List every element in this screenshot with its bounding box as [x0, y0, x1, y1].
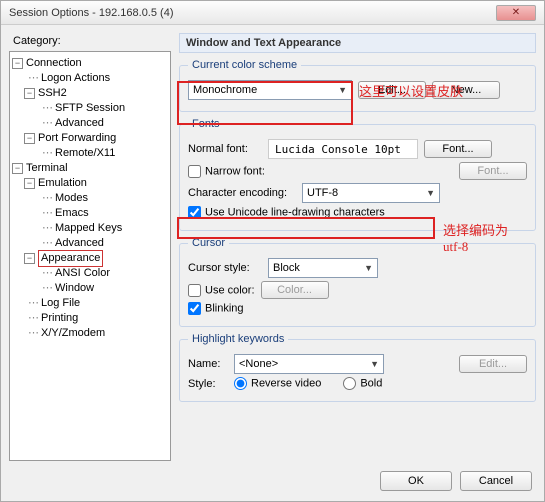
tree-item-advanced[interactable]: ⋯Advanced [12, 116, 168, 131]
window-title: Session Options - 192.168.0.5 (4) [9, 7, 173, 19]
tree-item-emulation[interactable]: −Emulation [12, 176, 168, 191]
highlight-style-label: Style: [188, 378, 228, 390]
tree-item-ssh2[interactable]: −SSH2 [12, 86, 168, 101]
tree-item-port-forwarding[interactable]: −Port Forwarding [12, 131, 168, 146]
tree-item-modes[interactable]: ⋯Modes [12, 191, 168, 206]
tree-item-xyzmodem[interactable]: ⋯X/Y/Zmodem [12, 326, 168, 341]
collapse-icon[interactable]: − [12, 163, 23, 174]
chevron-down-icon: ▼ [370, 359, 379, 369]
cursor-style-select[interactable]: Block▼ [268, 258, 378, 278]
category-label: Category: [13, 35, 167, 47]
annotation-text: 选择编码为utf-8 [443, 223, 523, 255]
tree-item-window[interactable]: ⋯Window [12, 281, 168, 296]
color-scheme-legend: Current color scheme [188, 59, 301, 71]
tree-item-printing[interactable]: ⋯Printing [12, 311, 168, 326]
tree-item-sftp-session[interactable]: ⋯SFTP Session [12, 101, 168, 116]
encoding-label: Character encoding: [188, 187, 296, 199]
fonts-legend: Fonts [188, 118, 224, 130]
annotation-text: 这里可以设置皮肤 [359, 81, 463, 100]
close-icon[interactable]: ✕ [496, 5, 536, 21]
encoding-select[interactable]: UTF-8▼ [302, 183, 440, 203]
tree-item-advanced2[interactable]: ⋯Advanced [12, 236, 168, 251]
chevron-down-icon: ▼ [364, 263, 373, 273]
ok-button[interactable]: OK [380, 471, 452, 491]
color-scheme-group: Current color scheme Monochrome▼ Edit...… [179, 59, 536, 112]
tree-item-log-file[interactable]: ⋯Log File [12, 296, 168, 311]
category-tree[interactable]: −Connection ⋯Logon Actions −SSH2 ⋯SFTP S… [9, 51, 171, 461]
cancel-button[interactable]: Cancel [460, 471, 532, 491]
tree-item-appearance[interactable]: −Appearance [12, 251, 168, 266]
normal-font-display: Lucida Console 10pt [268, 139, 418, 159]
tree-item-mapped-keys[interactable]: ⋯Mapped Keys [12, 221, 168, 236]
reverse-video-radio[interactable]: Reverse video [234, 377, 321, 390]
tree-item-terminal[interactable]: −Terminal [12, 161, 168, 176]
tree-item-remote-x11[interactable]: ⋯Remote/X11 [12, 146, 168, 161]
highlight-name-select[interactable]: <None>▼ [234, 354, 384, 374]
normal-font-label: Normal font: [188, 143, 262, 155]
tree-item-connection[interactable]: −Connection [12, 56, 168, 71]
fonts-group: Fonts Normal font: Lucida Console 10pt F… [179, 118, 536, 231]
narrow-font-button: Font... [459, 162, 527, 180]
narrow-font-checkbox[interactable]: Narrow font: [188, 165, 265, 178]
highlight-group: Highlight keywords Name: <None>▼ Edit...… [179, 333, 536, 402]
cursor-style-label: Cursor style: [188, 262, 262, 274]
tree-item-logon-actions[interactable]: ⋯Logon Actions [12, 71, 168, 86]
highlight-edit-button: Edit... [459, 355, 527, 373]
use-color-checkbox[interactable]: Use color: [188, 284, 255, 297]
chevron-down-icon: ▼ [426, 188, 435, 198]
color-button: Color... [261, 281, 329, 299]
collapse-icon[interactable]: − [24, 133, 35, 144]
tree-item-emacs[interactable]: ⋯Emacs [12, 206, 168, 221]
collapse-icon[interactable]: − [24, 88, 35, 99]
chevron-down-icon: ▼ [338, 85, 347, 95]
cursor-legend: Cursor [188, 237, 229, 249]
blinking-checkbox[interactable]: Blinking [188, 302, 244, 315]
bold-radio[interactable]: Bold [343, 377, 382, 390]
normal-font-button[interactable]: Font... [424, 140, 492, 158]
collapse-icon[interactable]: − [24, 253, 35, 264]
unicode-lines-checkbox[interactable]: Use Unicode line-drawing characters [188, 206, 385, 219]
tree-item-ansi-color[interactable]: ⋯ANSI Color [12, 266, 168, 281]
collapse-icon[interactable]: − [12, 58, 23, 69]
highlight-name-label: Name: [188, 358, 228, 370]
collapse-icon[interactable]: − [24, 178, 35, 189]
highlight-legend: Highlight keywords [188, 333, 288, 345]
section-title: Window and Text Appearance [179, 33, 536, 53]
color-scheme-select[interactable]: Monochrome▼ [188, 80, 352, 100]
